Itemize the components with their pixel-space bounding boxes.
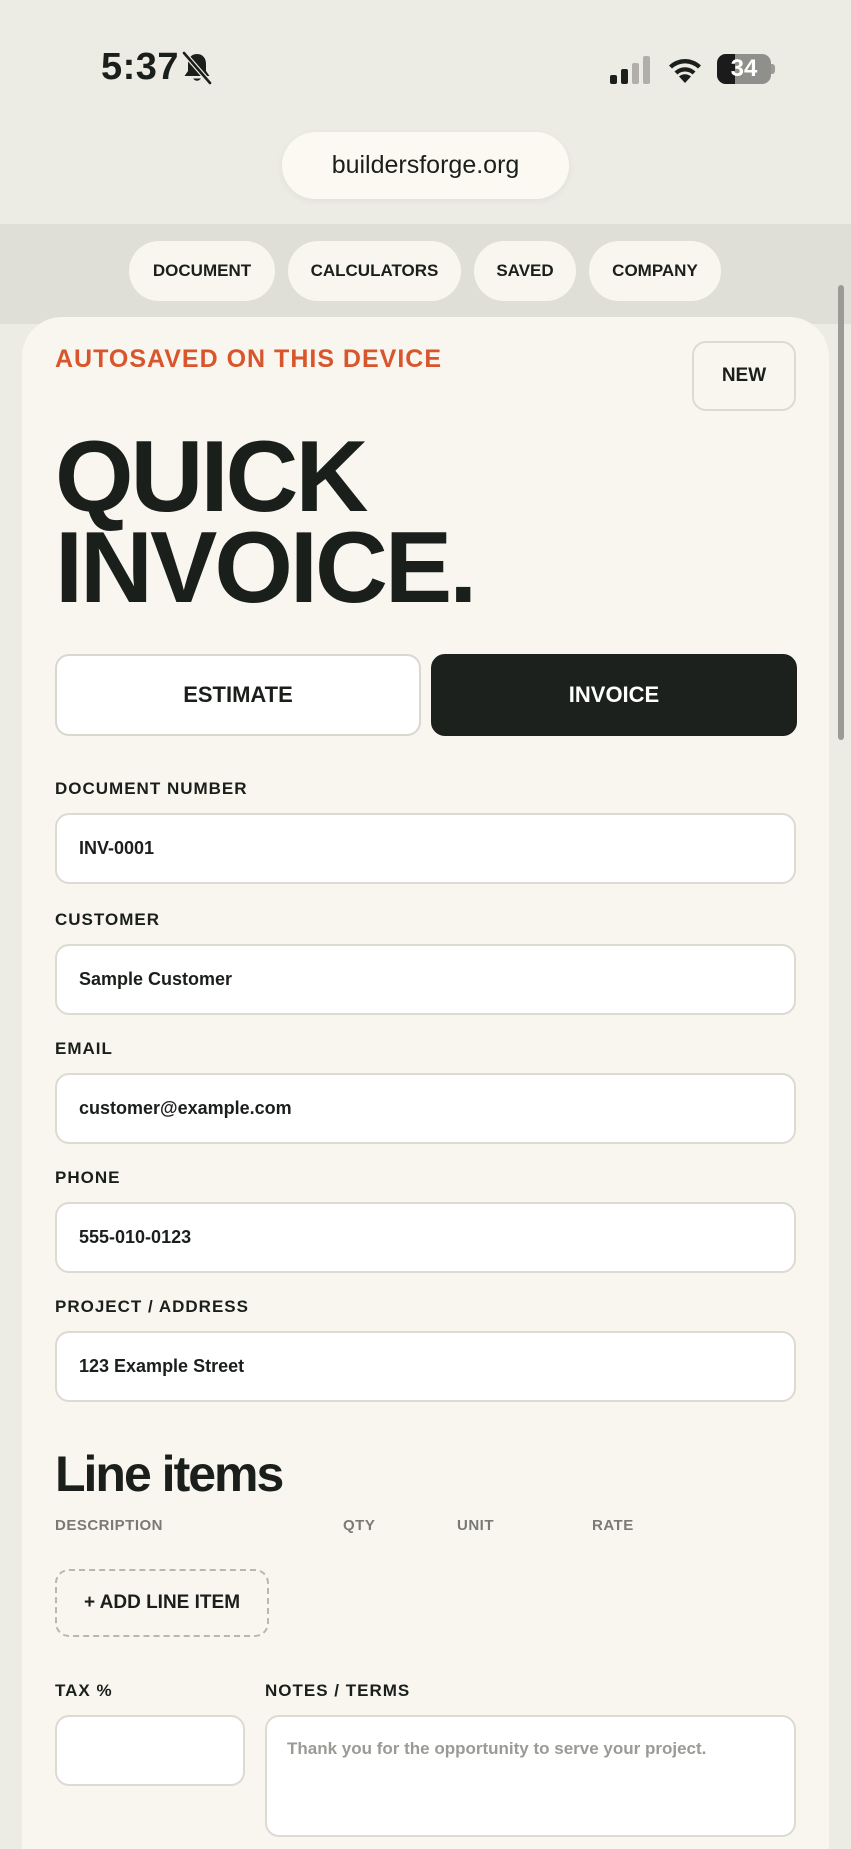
customer-input[interactable]: Sample Customer	[55, 944, 796, 1015]
customer-label: CUSTOMER	[55, 910, 160, 929]
tax-label: TAX %	[55, 1681, 113, 1700]
page-title-line2: INVOICE.	[55, 512, 477, 624]
page-title-line1: QUICK	[55, 421, 368, 533]
url-bar[interactable]: buildersforge.org	[282, 132, 569, 199]
bell-slash-icon	[182, 51, 212, 85]
wifi-icon	[669, 59, 701, 83]
add-line-item-button[interactable]: + ADD LINE ITEM	[55, 1569, 269, 1637]
line-items-title: Line items	[55, 1446, 284, 1502]
status-bar: 5:37 34	[0, 0, 851, 135]
column-rate: RATE	[592, 1517, 634, 1534]
project-address-input[interactable]: 123 Example Street	[55, 1331, 796, 1402]
estimate-toggle[interactable]: ESTIMATE	[55, 654, 421, 736]
tab-document[interactable]: DOCUMENT	[129, 241, 275, 301]
page-title: QUICK INVOICE.	[55, 421, 477, 624]
scrollbar[interactable]	[838, 285, 844, 740]
email-input[interactable]: customer@example.com	[55, 1073, 796, 1144]
tab-calculators[interactable]: CALCULATORS	[288, 241, 461, 301]
cellular-signal-icon	[610, 56, 650, 84]
document-number-input[interactable]: INV-0001	[55, 813, 796, 884]
autosave-status: AUTOSAVED ON THIS DEVICE	[55, 345, 443, 373]
project-address-label: PROJECT / ADDRESS	[55, 1297, 249, 1316]
column-description: DESCRIPTION	[55, 1517, 164, 1534]
tab-saved[interactable]: SAVED	[474, 241, 576, 301]
status-time: 5:37	[101, 46, 180, 88]
invoice-toggle[interactable]: INVOICE	[431, 654, 797, 736]
column-unit: UNIT	[457, 1517, 494, 1534]
new-button[interactable]: NEW	[692, 341, 796, 411]
tab-company[interactable]: COMPANY	[589, 241, 721, 301]
tax-input[interactable]	[55, 1715, 245, 1786]
column-qty: QTY	[343, 1517, 376, 1534]
notes-label: NOTES / TERMS	[265, 1681, 411, 1700]
email-label: EMAIL	[55, 1039, 113, 1058]
battery-percent: 34	[730, 55, 758, 82]
phone-label: PHONE	[55, 1168, 121, 1187]
battery-icon: 34	[717, 54, 775, 84]
notes-textarea[interactable]: Thank you for the opportunity to serve y…	[265, 1715, 796, 1837]
document-number-label: DOCUMENT NUMBER	[55, 779, 248, 798]
phone-input[interactable]: 555-010-0123	[55, 1202, 796, 1273]
